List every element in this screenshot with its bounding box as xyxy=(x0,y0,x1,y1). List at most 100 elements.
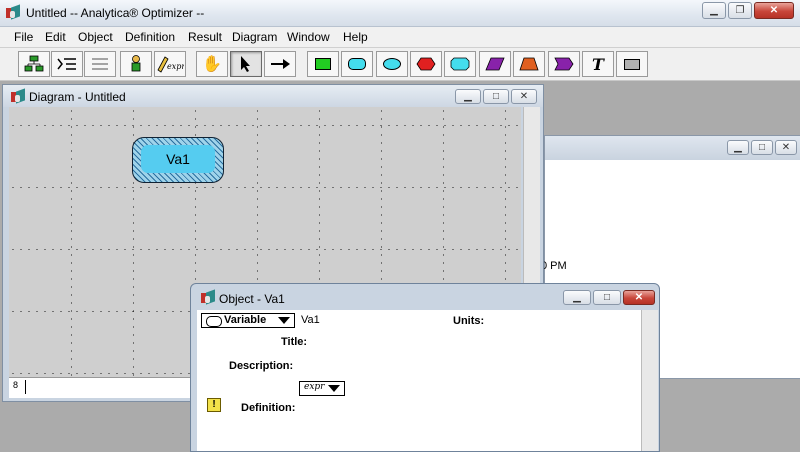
menu-edit[interactable]: Edit xyxy=(45,30,66,44)
close-icon: ✕ xyxy=(781,142,791,153)
object-vertical-scrollbar[interactable] xyxy=(641,310,658,451)
app-title: Untitled -- Analytica® Optimizer -- xyxy=(26,6,205,20)
diagram-close-button[interactable]: ✕ xyxy=(511,89,537,104)
status-indicator-icon: 8 xyxy=(13,380,19,390)
list-tool-button[interactable] xyxy=(84,51,116,77)
minimize-button[interactable]: ▁ xyxy=(702,2,726,19)
maximize-icon: □ xyxy=(603,292,611,303)
purple-chevron-icon xyxy=(554,57,574,71)
cyan-rounded-icon xyxy=(348,58,366,70)
close-icon: ✕ xyxy=(769,5,779,16)
chevron-down-icon xyxy=(278,317,290,324)
diagram-window-title: Diagram - Untitled xyxy=(29,90,126,104)
maximize-icon: □ xyxy=(492,91,500,102)
expr-select[interactable]: expr xyxy=(299,381,345,396)
diagram-window-titlebar[interactable]: Diagram - Untitled ▁ □ ✕ xyxy=(3,85,543,107)
menu-help[interactable]: Help xyxy=(343,30,368,44)
diagram-window-icon[interactable] xyxy=(11,88,25,104)
text-cursor xyxy=(25,380,26,394)
background-window-time-text: 0 PM xyxy=(541,260,567,272)
title-label: Title: xyxy=(281,336,308,348)
chance-node-button[interactable] xyxy=(376,51,408,77)
menu-diagram[interactable]: Diagram xyxy=(232,30,277,44)
minimize-icon: ▁ xyxy=(464,91,472,102)
description-label: Description: xyxy=(229,360,294,372)
class-select[interactable]: Variable xyxy=(201,313,295,328)
minimize-icon: ▁ xyxy=(734,142,742,153)
decision-node-button[interactable] xyxy=(307,51,339,77)
picture-node-button[interactable] xyxy=(616,51,648,77)
object-window[interactable]: Object - Va1 ▁ □ ✕ Variable Va1 Units: T… xyxy=(190,283,660,452)
cyan-ellipse-icon xyxy=(383,58,401,70)
background-window-titlebar[interactable]: ▁ □ ✕ xyxy=(545,136,800,160)
object-window-body: Variable Va1 Units: Title: Description: … xyxy=(197,310,641,451)
arrow-tool-button[interactable] xyxy=(264,51,296,77)
expr-select-value: expr xyxy=(304,382,325,392)
restore-icon: ❐ xyxy=(735,5,745,16)
index-node-button[interactable] xyxy=(513,51,545,77)
object-attributes-button[interactable] xyxy=(120,51,152,77)
variable-node-button[interactable] xyxy=(341,51,373,77)
edit-tool-button[interactable] xyxy=(230,51,262,77)
menu-bar: File Edit Object Definition Result Diagr… xyxy=(0,27,800,48)
object-window-title: Object - Va1 xyxy=(219,292,285,306)
cyan-octagon-icon xyxy=(450,57,470,71)
object-maximize-button[interactable]: □ xyxy=(593,290,621,305)
node-label: Va1 xyxy=(166,151,190,167)
diagram-maximize-button[interactable]: □ xyxy=(483,89,509,104)
arrow-pointer-icon xyxy=(241,56,250,72)
definition-label: Definition: xyxy=(241,402,296,414)
outline-tool-button[interactable] xyxy=(51,51,83,77)
constant-node-button[interactable] xyxy=(444,51,476,77)
close-icon: ✕ xyxy=(519,91,529,102)
maximize-button[interactable]: ❐ xyxy=(728,2,752,19)
object-close-button[interactable]: ✕ xyxy=(623,290,655,305)
menu-result[interactable]: Result xyxy=(188,30,222,44)
toolbar: expr ✋ T xyxy=(0,48,800,81)
browse-tool-button[interactable]: ✋ xyxy=(196,51,228,77)
text-t-icon: T xyxy=(592,54,604,74)
app-titlebar: Untitled -- Analytica® Optimizer -- ▁ ❐ … xyxy=(0,0,800,27)
minimize-icon: ▁ xyxy=(710,5,718,16)
object-window-titlebar[interactable]: Object - Va1 ▁ □ ✕ xyxy=(191,284,659,310)
function-node-button[interactable] xyxy=(548,51,580,77)
edit-expr-button[interactable]: expr xyxy=(154,51,186,77)
units-label: Units: xyxy=(453,315,485,327)
diagram-tool-button[interactable] xyxy=(18,51,50,77)
class-select-value: Variable xyxy=(224,314,267,326)
variable-node-va1[interactable]: Va1 xyxy=(132,137,224,183)
hand-icon: ✋ xyxy=(202,56,222,73)
green-rect-icon xyxy=(315,58,331,70)
bg-minimize-button[interactable]: ▁ xyxy=(727,140,749,155)
orange-trapezoid-icon xyxy=(519,57,539,71)
identifier-field[interactable]: Va1 xyxy=(301,314,320,326)
red-hexagon-icon xyxy=(416,57,436,71)
text-node-button[interactable]: T xyxy=(582,51,614,77)
variable-shape-icon xyxy=(206,316,222,327)
bg-close-button[interactable]: ✕ xyxy=(775,140,797,155)
outline-icon xyxy=(57,58,76,70)
object-minimize-button[interactable]: ▁ xyxy=(563,290,591,305)
bg-maximize-button[interactable]: □ xyxy=(751,140,773,155)
close-button[interactable]: ✕ xyxy=(754,2,794,19)
analytica-app-icon[interactable] xyxy=(6,4,20,20)
minimize-icon: ▁ xyxy=(573,292,581,303)
menu-window[interactable]: Window xyxy=(287,30,330,44)
objective-node-button[interactable] xyxy=(410,51,442,77)
diagram-hierarchy-icon xyxy=(24,55,44,72)
arrow-right-icon xyxy=(271,59,290,69)
key-person-icon xyxy=(131,55,141,72)
close-icon: ✕ xyxy=(634,292,644,303)
object-window-icon[interactable] xyxy=(201,289,215,305)
gray-rect-icon xyxy=(624,58,640,70)
menu-file[interactable]: File xyxy=(14,30,33,44)
module-node-button[interactable] xyxy=(479,51,511,77)
menu-object[interactable]: Object xyxy=(78,30,113,44)
diagram-minimize-button[interactable]: ▁ xyxy=(455,89,481,104)
chevron-down-icon xyxy=(328,385,340,392)
pencil-expr-icon: expr xyxy=(157,56,184,73)
purple-parallelogram-icon xyxy=(485,57,505,71)
maximize-icon: □ xyxy=(758,142,766,153)
menu-definition[interactable]: Definition xyxy=(125,30,175,44)
warning-icon[interactable]: ! xyxy=(207,398,221,412)
